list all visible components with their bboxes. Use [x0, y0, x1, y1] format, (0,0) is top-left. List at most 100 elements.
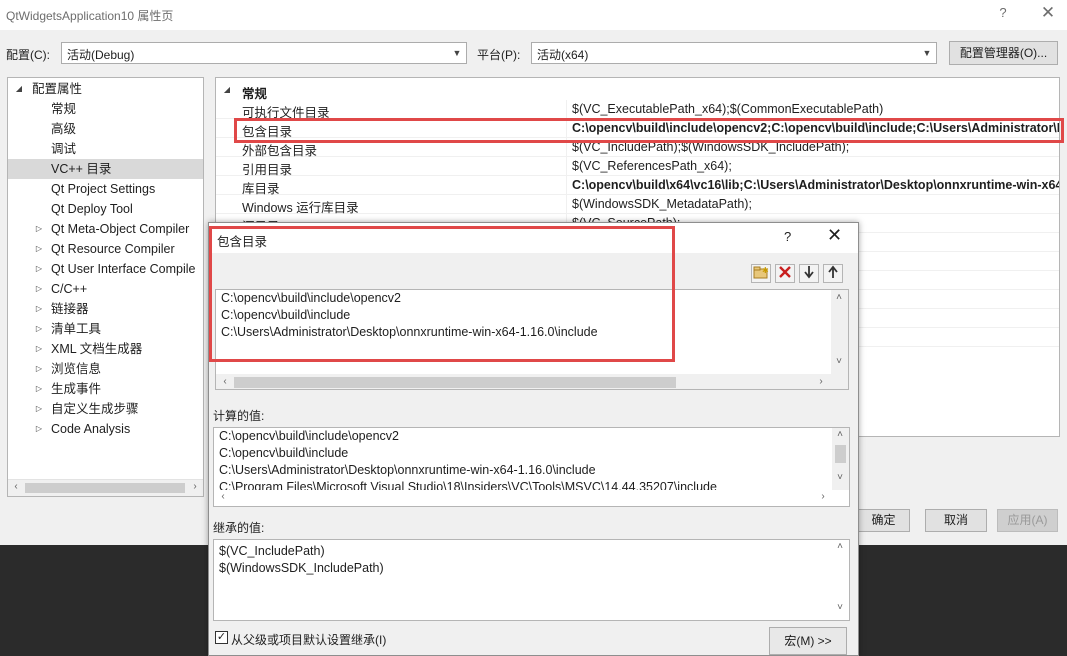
expand-icon[interactable]: ▷ — [34, 279, 44, 299]
tree-item[interactable]: ▷ Qt Resource Compiler — [8, 239, 203, 259]
new-line-icon[interactable]: ✱ — [751, 264, 771, 283]
column-divider — [566, 100, 567, 119]
apply-button[interactable]: 应用(A) — [997, 509, 1058, 532]
grid-row[interactable]: Windows 运行库目录 $(WindowsSDK_MetadataPath); — [216, 195, 1059, 215]
tree-item-label: 生成事件 — [51, 382, 102, 396]
ok-button[interactable]: 确定 — [857, 509, 910, 532]
chevron-left-icon[interactable]: ‹ — [218, 376, 232, 387]
tree-item-label: Code Analysis — [51, 422, 131, 436]
tree-item[interactable]: 常规 — [8, 99, 203, 119]
expand-icon[interactable]: ▷ — [34, 259, 44, 279]
tree-item[interactable]: ▷ C/C++ — [8, 279, 203, 299]
tree-item-label: 配置属性 — [32, 82, 83, 96]
chevron-right-icon[interactable]: › — [816, 491, 830, 502]
chevron-up-icon[interactable]: ˄ — [833, 541, 847, 552]
computed-path-entry: C:\opencv\build\include — [219, 446, 349, 460]
chevron-down-icon[interactable]: ˅ — [833, 472, 847, 483]
tree-item-label: 常规 — [51, 102, 77, 116]
chevron-left-icon[interactable]: ‹ — [216, 491, 230, 502]
expand-icon[interactable]: ▷ — [34, 379, 44, 399]
collapse-icon[interactable]: ◢ — [222, 85, 232, 94]
property-tree: ◢ 配置属性常规高级 调试 VC++ 目录 Qt Project Settings Qt … — [7, 77, 204, 497]
grid-row[interactable]: 引用目录 $(VC_ReferencesPath_x64); — [216, 157, 1059, 177]
tree-item-label: C/C++ — [51, 282, 88, 296]
macros-button[interactable]: 宏(M) >> — [769, 627, 847, 655]
tree-item-label: 自定义生成步骤 — [51, 402, 139, 416]
scroll-thumb[interactable] — [835, 445, 846, 463]
inherited-label: 继承的值: — [213, 521, 265, 535]
move-up-icon[interactable] — [823, 264, 843, 283]
tree-item[interactable]: 高级 — [8, 119, 203, 139]
expand-icon[interactable]: ▷ — [34, 319, 44, 339]
scroll-thumb[interactable] — [234, 377, 676, 388]
platform-label: 平台(P): — [477, 48, 521, 62]
tree-item-label: VC++ 目录 — [51, 162, 112, 176]
horizontal-scrollbar[interactable]: ‹ › — [214, 490, 849, 506]
tree-item[interactable]: Qt Project Settings — [8, 179, 203, 199]
inherit-checkbox[interactable]: ✓ — [215, 631, 228, 644]
expand-icon[interactable]: ▷ — [34, 219, 44, 239]
expand-icon[interactable]: ▷ — [34, 239, 44, 259]
computed-values-box: C:\opencv\build\include\opencv2 C:\opencv… — [213, 427, 850, 507]
tree-item[interactable]: 调试 — [8, 139, 203, 159]
inherit-checkbox-label[interactable]: 从父级或项目默认设置继承(I) — [231, 631, 386, 648]
help-icon[interactable]: ? — [784, 229, 791, 244]
tree-item[interactable]: ▷ Qt Meta-Object Compiler — [8, 219, 203, 239]
platform-select[interactable]: 活动(x64) ▼ — [531, 42, 937, 64]
expand-icon[interactable]: ▷ — [34, 399, 44, 419]
tree-item[interactable]: Qt Deploy Tool — [8, 199, 203, 219]
close-icon[interactable]: ✕ — [1040, 3, 1056, 23]
move-down-icon[interactable] — [799, 264, 819, 283]
tree-item-label: 浏览信息 — [51, 362, 102, 376]
grid-section-header[interactable]: ◢ 常规 — [216, 81, 1059, 101]
chevron-down-icon[interactable]: ˅ — [833, 602, 847, 613]
expand-icon[interactable]: ▷ — [34, 299, 44, 319]
tree-item[interactable]: ◢ 配置属性 — [8, 79, 203, 99]
tree-item[interactable]: ▷ 清单工具 — [8, 319, 203, 339]
cancel-button[interactable]: 取消 — [925, 509, 987, 532]
window-titlebar: QtWidgetsApplication10 属性页 ? ✕ — [0, 0, 1067, 30]
tree-item[interactable]: ▷ 自定义生成步骤 — [8, 399, 203, 419]
platform-value: 活动(x64) — [537, 48, 589, 62]
expand-icon[interactable]: ▷ — [34, 359, 44, 379]
chevron-down-icon: ▼ — [452, 48, 462, 58]
tree-item[interactable]: VC++ 目录 — [8, 159, 203, 179]
chevron-right-icon[interactable]: › — [814, 376, 828, 387]
tree-item-label: 链接器 — [51, 302, 89, 316]
help-icon[interactable]: ? — [996, 5, 1010, 20]
grid-row[interactable]: 可执行文件目录 $(VC_ExecutablePath_x64);$(Common… — [216, 100, 1059, 120]
tree-item[interactable]: ▷ Code Analysis — [8, 419, 203, 439]
vertical-scrollbar[interactable]: ˄ ˅ — [831, 290, 848, 374]
expand-icon[interactable]: ▷ — [34, 339, 44, 359]
property-value: $(VC_ExecutablePath_x64);$(CommonExecuta… — [572, 102, 884, 116]
chevron-down-icon[interactable]: ˅ — [832, 356, 846, 367]
expand-icon[interactable]: ▷ — [34, 419, 44, 439]
config-label: 配置(C): — [6, 48, 50, 62]
close-icon[interactable]: ✕ — [827, 225, 842, 246]
chevron-up-icon[interactable]: ˄ — [832, 292, 846, 303]
annotation-highlight — [234, 118, 1064, 143]
inherited-path-entry: $(VC_IncludePath) — [219, 544, 325, 558]
scroll-thumb[interactable] — [25, 483, 185, 493]
delete-icon[interactable] — [775, 264, 795, 283]
tree-item[interactable]: ▷ 生成事件 — [8, 379, 203, 399]
config-select[interactable]: 活动(Debug) ▼ — [61, 42, 467, 64]
column-divider — [566, 176, 567, 195]
tree-item[interactable]: ▷ Qt User Interface Compile — [8, 259, 203, 279]
config-manager-button[interactable]: 配置管理器(O)... — [949, 41, 1058, 65]
chevron-left-icon[interactable]: ‹ — [9, 481, 23, 492]
tree-item-label: Qt Project Settings — [51, 182, 156, 196]
chevron-right-icon[interactable]: › — [188, 481, 202, 492]
tree-item[interactable]: ▷ XML 文档生成器 — [8, 339, 203, 359]
grid-row[interactable]: 库目录 C:\opencv\build\x64\vc16\lib;C:\Users… — [216, 176, 1059, 196]
tree-item[interactable]: ▷ 浏览信息 — [8, 359, 203, 379]
horizontal-scrollbar[interactable]: ‹ › — [8, 479, 203, 496]
vertical-scrollbar[interactable]: ˄ ˅ — [832, 540, 849, 620]
collapse-icon[interactable]: ◢ — [14, 79, 24, 99]
chevron-up-icon[interactable]: ˄ — [833, 429, 847, 440]
computed-label: 计算的值: — [213, 409, 265, 423]
vertical-scrollbar[interactable]: ˄ ˅ — [832, 428, 849, 490]
tree-item-label: Qt Resource Compiler — [51, 242, 175, 256]
horizontal-scrollbar[interactable]: ‹ › — [216, 374, 848, 389]
tree-item[interactable]: ▷ 链接器 — [8, 299, 203, 319]
